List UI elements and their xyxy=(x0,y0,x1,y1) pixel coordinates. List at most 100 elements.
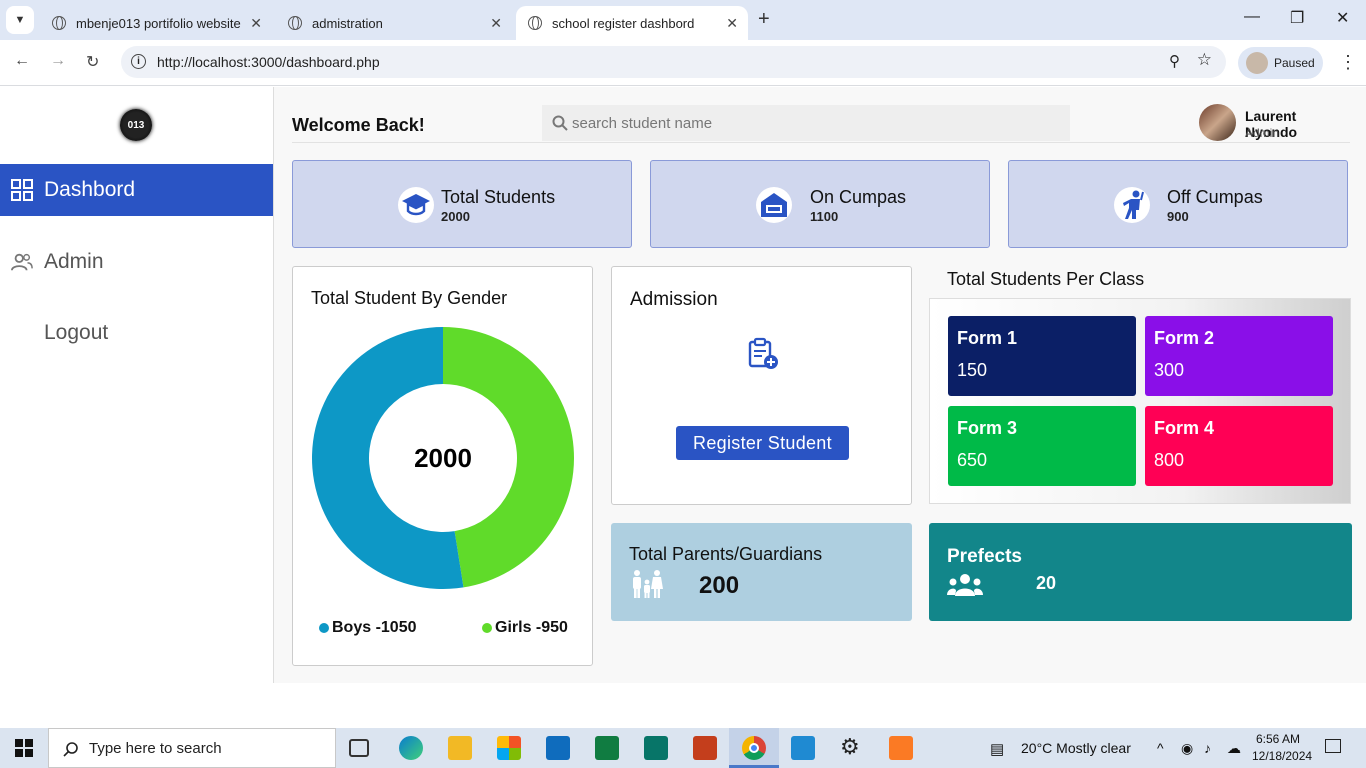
sidebar-item-label: Logout xyxy=(44,321,109,344)
zoom-icon[interactable]: ⚲ xyxy=(1169,52,1180,70)
chevron-up-icon[interactable]: ^ xyxy=(1157,740,1164,756)
parents-count: 200 xyxy=(699,572,740,599)
publisher-icon[interactable] xyxy=(644,736,668,760)
mail-icon[interactable] xyxy=(546,736,570,760)
clock-date[interactable]: 12/18/2024 xyxy=(1252,749,1312,763)
globe-icon xyxy=(528,16,542,30)
sidebar-item-label: Admin xyxy=(44,250,104,273)
browser-menu-icon[interactable]: ⋮ xyxy=(1339,52,1357,73)
notification-icon[interactable] xyxy=(1325,739,1341,753)
classes-panel: Form 1 150 Form 2 300 Form 3 650 Form 4 … xyxy=(929,298,1351,504)
search-input[interactable]: search student name xyxy=(542,105,1070,141)
legend-item-girls[interactable]: Girls -950 xyxy=(482,619,568,637)
tab-dashboard[interactable]: school register dashbord ✕ xyxy=(516,6,748,40)
stat-card-off-campus[interactable]: Off Cumpas 900 xyxy=(1008,160,1348,248)
stat-value: 2000 xyxy=(441,209,470,224)
new-tab-button[interactable]: + xyxy=(758,8,770,31)
class-count: 150 xyxy=(957,360,988,380)
file-explorer-icon[interactable] xyxy=(448,736,472,760)
sidebar-item-logout[interactable]: Logout xyxy=(0,307,273,359)
sidebar-item-admin[interactable]: Admin xyxy=(0,236,273,288)
gender-donut-chart: 2000 xyxy=(312,327,575,589)
globe-icon xyxy=(52,16,66,30)
class-count: 300 xyxy=(1154,360,1185,380)
tab-admistration[interactable]: admistration ✕ xyxy=(276,6,512,40)
globe-icon xyxy=(288,16,302,30)
close-tab-icon[interactable]: ✕ xyxy=(250,15,262,32)
prefects-card[interactable]: Prefects 20 xyxy=(929,523,1352,621)
vscode-icon[interactable] xyxy=(791,736,815,760)
legend-item-boys[interactable]: Boys -1050 xyxy=(319,619,417,637)
legend-swatch xyxy=(482,623,492,633)
class-count: 800 xyxy=(1154,450,1185,470)
reload-button[interactable]: ↻ xyxy=(86,52,99,72)
windows-start-icon[interactable] xyxy=(15,739,33,757)
legend-label: Girls -950 xyxy=(495,619,568,636)
store-icon[interactable] xyxy=(497,736,521,760)
tab-title: mbenje013 portifolio website xyxy=(76,15,241,31)
sidebar: 013 Dashbord Admin Logout xyxy=(0,87,274,683)
tab-title: admistration xyxy=(312,15,383,31)
restore-button[interactable]: ❐ xyxy=(1290,8,1304,28)
sidebar-item-dashboard[interactable]: Dashbord xyxy=(0,164,273,216)
family-icon xyxy=(633,570,663,598)
tab-search-button[interactable]: ▼ xyxy=(6,6,34,34)
search-icon xyxy=(63,742,78,757)
register-student-button[interactable]: Register Student xyxy=(676,426,849,460)
sidebar-item-label: Dashbord xyxy=(44,178,136,201)
legend-swatch xyxy=(319,623,329,633)
group-icon xyxy=(947,574,983,596)
class-card-form-3[interactable]: Form 3 650 xyxy=(948,406,1136,486)
tab-portfolio[interactable]: mbenje013 portifolio website ✕ xyxy=(40,6,272,40)
prefects-count: 20 xyxy=(1036,573,1057,593)
stat-card-on-campus[interactable]: On Cumpas 1100 xyxy=(650,160,990,248)
settings-gear-icon[interactable]: ⚙ xyxy=(840,734,864,759)
back-button[interactable]: ← xyxy=(14,52,30,70)
dormitory-icon xyxy=(756,187,792,223)
taskbar-search-input[interactable]: Type here to search xyxy=(48,728,336,768)
walking-person-icon xyxy=(1114,187,1150,223)
tab-title: school register dashbord xyxy=(552,15,695,31)
xampp-icon[interactable] xyxy=(889,736,913,760)
url-bar[interactable]: i http://localhost:3000/dashboard.php ⚲ … xyxy=(121,46,1226,78)
dashboard-page: 013 Dashbord Admin Logout Welcome Back! … xyxy=(0,87,1366,683)
taskbar: Type here to search ⚙ ▤ 20°C Mostly clea… xyxy=(0,728,1366,768)
network-icon[interactable]: ☁ xyxy=(1227,740,1241,757)
avatar[interactable] xyxy=(1199,104,1236,141)
forward-button[interactable]: → xyxy=(50,52,66,70)
class-name: Form 4 xyxy=(1154,418,1215,438)
search-icon xyxy=(552,115,568,131)
class-card-form-1[interactable]: Form 1 150 xyxy=(948,316,1136,396)
clock-time[interactable]: 6:56 AM xyxy=(1256,732,1300,746)
edge-icon[interactable] xyxy=(399,736,423,760)
profile-avatar xyxy=(1246,52,1268,74)
logo: 013 xyxy=(120,109,152,141)
stat-label: On Cumpas xyxy=(810,187,907,207)
language-globe-icon[interactable]: ◉ xyxy=(1181,740,1193,757)
class-card-form-4[interactable]: Form 4 800 xyxy=(1145,406,1333,486)
stat-card-total-students[interactable]: Total Students 2000 xyxy=(292,160,632,248)
card-title: Admission xyxy=(630,289,718,310)
card-title: Total Student By Gender xyxy=(311,288,508,308)
bookmark-star-icon[interactable]: ☆ xyxy=(1197,50,1212,70)
weather-icon[interactable]: ▤ xyxy=(990,740,1004,758)
parents-card[interactable]: Total Parents/Guardians 200 xyxy=(611,523,912,621)
weather-text[interactable]: 20°C Mostly clear xyxy=(1021,740,1131,756)
class-card-form-2[interactable]: Form 2 300 xyxy=(1145,316,1333,396)
chrome-taskbar-button[interactable] xyxy=(729,728,779,768)
stat-value: 900 xyxy=(1167,209,1189,224)
class-count: 650 xyxy=(957,450,988,470)
volume-icon[interactable]: ♪ xyxy=(1204,740,1211,756)
powerpoint-icon[interactable] xyxy=(693,736,717,760)
excel-icon[interactable] xyxy=(595,736,619,760)
stat-value: 1100 xyxy=(810,209,839,224)
site-info-icon[interactable]: i xyxy=(131,54,146,69)
close-tab-icon[interactable]: ✕ xyxy=(490,15,502,32)
close-tab-icon[interactable]: ✕ xyxy=(726,15,738,32)
stat-label: Total Students xyxy=(441,187,556,207)
donut-center-value: 2000 xyxy=(414,443,472,473)
minimize-button[interactable]: — xyxy=(1244,8,1260,26)
profile-button[interactable]: Paused xyxy=(1238,47,1323,79)
close-window-button[interactable]: ✕ xyxy=(1336,8,1349,28)
task-view-icon[interactable] xyxy=(349,739,369,757)
